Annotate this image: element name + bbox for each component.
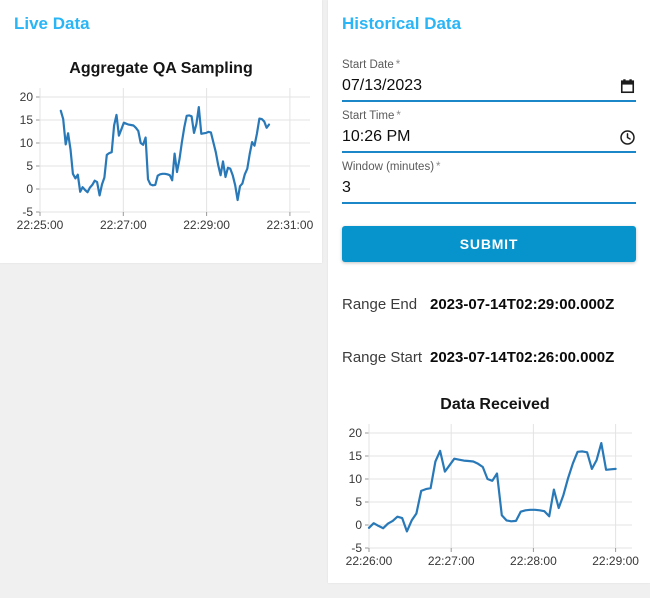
- window-minutes-input[interactable]: 3: [342, 174, 636, 204]
- window-minutes-field: Window (minutes) * 3: [342, 160, 636, 204]
- svg-text:5: 5: [26, 159, 33, 173]
- range-start-row: Range Start 2023-07-14T02:26:00.000Z: [328, 349, 650, 366]
- start-time-field: Start Time * 10:26 PM: [342, 109, 636, 153]
- required-marker: *: [395, 59, 401, 71]
- svg-text:22:29:00: 22:29:00: [183, 218, 230, 232]
- live-data-heading: Live Data: [14, 14, 90, 33]
- historical-chart: Data Received 20 15 10 5 0 -5 22:26:00 22:27:00…: [328, 396, 650, 572]
- svg-text:15: 15: [349, 449, 363, 463]
- submit-button[interactable]: SUBMIT: [342, 226, 636, 262]
- start-time-input[interactable]: 10:26 PM: [342, 123, 636, 153]
- live-chart: Aggregate QA Sampling 20 15 10 5 0 -5 22:25:00…: [0, 60, 322, 236]
- range-end-value: 2023-07-14T02:29:00.000Z: [430, 296, 615, 313]
- required-marker: *: [396, 110, 401, 122]
- range-end-label: Range End: [342, 296, 418, 313]
- svg-text:22:31:00: 22:31:00: [267, 218, 314, 232]
- svg-text:-5: -5: [22, 205, 33, 219]
- svg-text:0: 0: [355, 518, 362, 532]
- live-chart-title: Aggregate QA Sampling: [69, 60, 253, 77]
- historical-chart-canvas: 20 15 10 5 0 -522:26:00 22:27:00 22:28:00 22:29:…: [346, 424, 639, 568]
- svg-text:22:26:00: 22:26:00: [346, 554, 393, 568]
- svg-text:15: 15: [20, 113, 34, 127]
- window-minutes-label: Window (minutes): [342, 161, 435, 173]
- svg-text:10: 10: [20, 136, 34, 150]
- start-date-label: Start Date: [342, 59, 394, 71]
- historical-chart-title: Data Received: [440, 396, 550, 413]
- svg-text:0: 0: [26, 182, 33, 196]
- svg-text:22:29:00: 22:29:00: [592, 554, 639, 568]
- start-time-value[interactable]: 10:26 PM: [342, 128, 410, 146]
- svg-text:10: 10: [349, 472, 363, 486]
- start-date-value[interactable]: 07/13/2023: [342, 77, 422, 95]
- window-minutes-value[interactable]: 3: [342, 179, 351, 197]
- svg-text:22:27:00: 22:27:00: [428, 554, 475, 568]
- start-time-label: Start Time: [342, 110, 395, 122]
- live-data-card: Live Data Aggregate QA Sampling 20 15 10 5 0…: [0, 0, 322, 263]
- range-end-row: Range End 2023-07-14T02:29:00.000Z: [328, 296, 650, 313]
- historical-query-form: Start Date * 07/13/2023 Start Time * 10:…: [328, 58, 650, 262]
- svg-text:20: 20: [349, 426, 363, 440]
- svg-text:-5: -5: [351, 541, 362, 555]
- live-chart-canvas: 20 15 10 5 0 -522:25:00 22:27:00 22:29:00 22:31:…: [17, 88, 314, 232]
- range-start-value: 2023-07-14T02:26:00.000Z: [430, 349, 615, 366]
- clock-icon[interactable]: [619, 129, 636, 146]
- svg-text:22:27:00: 22:27:00: [100, 218, 147, 232]
- historical-data-card: Historical Data Start Date* 07/13/2023: [328, 0, 650, 583]
- svg-text:20: 20: [20, 90, 34, 104]
- svg-text:22:28:00: 22:28:00: [510, 554, 557, 568]
- calendar-icon[interactable]: [619, 78, 636, 95]
- svg-text:22:25:00: 22:25:00: [17, 218, 64, 232]
- start-date-field: Start Date * 07/13/2023: [342, 58, 636, 102]
- svg-text:5: 5: [355, 495, 362, 509]
- start-date-input[interactable]: 07/13/2023: [342, 72, 636, 102]
- range-start-label: Range Start: [342, 349, 423, 366]
- dashboard-page: Live Data Aggregate QA Sampling 20 15 10 5 0…: [0, 0, 650, 583]
- historical-data-heading: Historical Data: [342, 14, 462, 33]
- required-marker: *: [436, 161, 441, 173]
